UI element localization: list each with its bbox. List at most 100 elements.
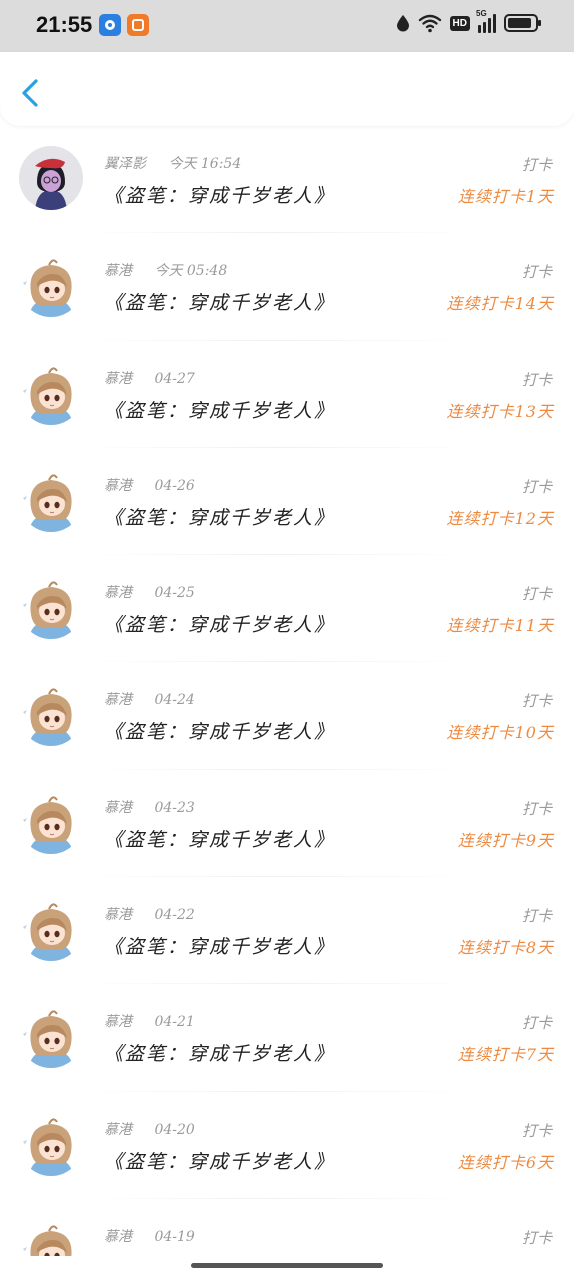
user-meta: 翼泽影 今天 16:54 xyxy=(104,153,241,173)
book-title[interactable]: 《盗笔：穿成千岁老人》 xyxy=(104,181,335,208)
streak-label: 连续打卡12天 xyxy=(446,508,554,528)
book-title[interactable]: 《盗笔：穿成千岁老人》 xyxy=(104,396,335,423)
checkin-action-label: 打卡 xyxy=(521,1121,552,1140)
checkin-list-item[interactable]: 慕港 04-26 《盗笔：穿成千岁老人》 打卡 连续打卡12天 xyxy=(0,448,574,556)
user-name[interactable]: 慕港 xyxy=(104,478,132,494)
network-type-label: 5G xyxy=(476,9,487,18)
book-title[interactable]: 《盗笔：穿成千岁老人》 xyxy=(104,1039,335,1066)
wifi-icon xyxy=(418,14,441,33)
battery-level-fill xyxy=(508,18,532,28)
user-name[interactable]: 翼泽影 xyxy=(104,156,146,172)
user-name[interactable]: 慕港 xyxy=(104,1229,132,1245)
user-meta: 慕港 04-20 xyxy=(104,1119,195,1139)
anime-girl-portrait xyxy=(19,1004,83,1069)
user-name[interactable]: 慕港 xyxy=(104,1014,132,1030)
post-time: 04-26 xyxy=(154,477,195,494)
red-beret-portrait xyxy=(19,146,83,210)
checkin-action-label: 打卡 xyxy=(521,907,552,926)
streak-label: 连续打卡6天 xyxy=(457,1152,554,1172)
user-name[interactable]: 慕港 xyxy=(104,1122,132,1138)
app-notification-icon xyxy=(127,14,149,36)
avatar[interactable] xyxy=(19,146,83,210)
user-meta: 慕港 04-27 xyxy=(104,368,195,388)
user-name[interactable]: 慕港 xyxy=(104,907,132,923)
user-meta: 慕港 04-25 xyxy=(104,582,195,602)
book-title[interactable]: 《盗笔：穿成千岁老人》 xyxy=(104,932,335,959)
avatar[interactable] xyxy=(19,575,83,640)
checkin-list-item[interactable]: 慕港 04-22 《盗笔：穿成千岁老人》 打卡 连续打卡8天 xyxy=(0,877,574,985)
post-time: 04-21 xyxy=(154,1014,195,1031)
user-name[interactable]: 慕港 xyxy=(104,800,132,816)
post-time: 今天 05:48 xyxy=(154,263,228,280)
post-time: 04-22 xyxy=(154,907,195,924)
status-bar: 21:55 HD 5G xyxy=(0,0,574,52)
post-time: 04-27 xyxy=(154,370,195,387)
anime-girl-portrait xyxy=(19,682,83,747)
streak-label: 连续打卡14天 xyxy=(446,294,554,314)
post-time: 04-23 xyxy=(154,799,195,816)
anime-girl-portrait xyxy=(19,575,83,640)
checkin-action-label: 打卡 xyxy=(521,477,552,496)
anime-girl-portrait xyxy=(19,897,83,962)
book-title[interactable]: 《盗笔：穿成千岁老人》 xyxy=(104,610,335,637)
checkin-list[interactable]: 翼泽影 今天 16:54 《盗笔：穿成千岁老人》 打卡 连续打卡1天 慕港 今天… xyxy=(0,126,574,1256)
anime-girl-portrait xyxy=(19,360,83,425)
streak-label: 连续打卡7天 xyxy=(457,1045,554,1065)
checkin-action-label: 打卡 xyxy=(521,692,552,711)
post-time: 今天 16:54 xyxy=(168,156,242,172)
user-meta: 慕港 04-19 xyxy=(104,1226,195,1246)
checkin-list-item[interactable]: 慕港 04-23 《盗笔：穿成千岁老人》 打卡 连续打卡9天 xyxy=(0,770,574,878)
avatar[interactable] xyxy=(19,897,83,962)
streak-label: 连续打卡13天 xyxy=(446,401,554,421)
cell-signal-icon: 5G xyxy=(476,9,496,33)
user-name[interactable]: 慕港 xyxy=(104,263,132,279)
user-name[interactable]: 慕港 xyxy=(104,585,132,601)
status-time: 21:55 xyxy=(36,12,93,37)
avatar[interactable] xyxy=(19,253,83,318)
user-meta: 慕港 04-23 xyxy=(104,797,195,817)
book-title[interactable]: 《盗笔：穿成千岁老人》 xyxy=(104,503,335,530)
user-name[interactable]: 慕港 xyxy=(104,371,132,387)
avatar[interactable] xyxy=(19,1218,83,1256)
avatar[interactable] xyxy=(19,360,83,425)
streak-label: 连续打卡8天 xyxy=(457,938,554,958)
avatar[interactable] xyxy=(19,1111,83,1176)
avatar[interactable] xyxy=(19,789,83,854)
book-title[interactable]: 《盗笔：穿成千岁老人》 xyxy=(104,1147,335,1174)
post-time: 04-20 xyxy=(154,1121,195,1138)
streak-label: 连续打卡1天 xyxy=(457,187,554,206)
user-name[interactable]: 慕港 xyxy=(104,692,132,708)
anime-girl-portrait xyxy=(19,1218,83,1256)
book-title[interactable]: 《盗笔：穿成千岁老人》 xyxy=(104,825,335,852)
anime-girl-portrait xyxy=(19,467,83,532)
book-title[interactable]: 《盗笔：穿成千岁老人》 xyxy=(104,717,335,744)
home-indicator[interactable] xyxy=(191,1263,383,1268)
checkin-list-item[interactable]: 翼泽影 今天 16:54 《盗笔：穿成千岁老人》 打卡 连续打卡1天 xyxy=(0,126,574,234)
avatar[interactable] xyxy=(19,1004,83,1069)
checkin-list-item[interactable]: 慕港 04-19 打卡 xyxy=(0,1199,574,1256)
checkin-list-item[interactable]: 慕港 04-21 《盗笔：穿成千岁老人》 打卡 连续打卡7天 xyxy=(0,984,574,1092)
book-title[interactable]: 《盗笔：穿成千岁老人》 xyxy=(104,288,335,315)
user-meta: 慕港 04-26 xyxy=(104,475,195,495)
checkin-list-item[interactable]: 慕港 04-27 《盗笔：穿成千岁老人》 打卡 连续打卡13天 xyxy=(0,341,574,448)
checkin-action-label: 打卡 xyxy=(521,370,552,389)
checkin-list-item[interactable]: 慕港 04-24 《盗笔：穿成千岁老人》 打卡 连续打卡10天 xyxy=(0,662,574,770)
post-time: 04-19 xyxy=(154,1228,195,1245)
top-nav-bar xyxy=(0,52,574,126)
user-meta: 慕港 04-21 xyxy=(104,1011,195,1031)
status-icons: HD 5G xyxy=(396,9,541,33)
checkin-list-item[interactable]: 慕港 04-25 《盗笔：穿成千岁老人》 打卡 连续打卡11天 xyxy=(0,555,574,663)
back-chevron-icon[interactable] xyxy=(16,76,46,110)
checkin-action-label: 打卡 xyxy=(521,1228,552,1247)
anime-girl-portrait xyxy=(19,789,83,854)
checkin-list-item[interactable]: 慕港 今天 05:48 《盗笔：穿成千岁老人》 打卡 连续打卡14天 xyxy=(0,233,574,341)
checkin-list-item[interactable]: 慕港 04-20 《盗笔：穿成千岁老人》 打卡 连续打卡6天 xyxy=(0,1092,574,1199)
battery-icon xyxy=(504,14,541,32)
user-meta: 慕港 今天 05:48 xyxy=(104,260,227,280)
app-notification-icon xyxy=(99,14,121,36)
avatar[interactable] xyxy=(19,682,83,747)
checkin-action-label: 打卡 xyxy=(521,799,552,818)
user-meta: 慕港 04-24 xyxy=(104,689,195,709)
data-saver-icon xyxy=(396,15,409,32)
avatar[interactable] xyxy=(19,467,83,532)
